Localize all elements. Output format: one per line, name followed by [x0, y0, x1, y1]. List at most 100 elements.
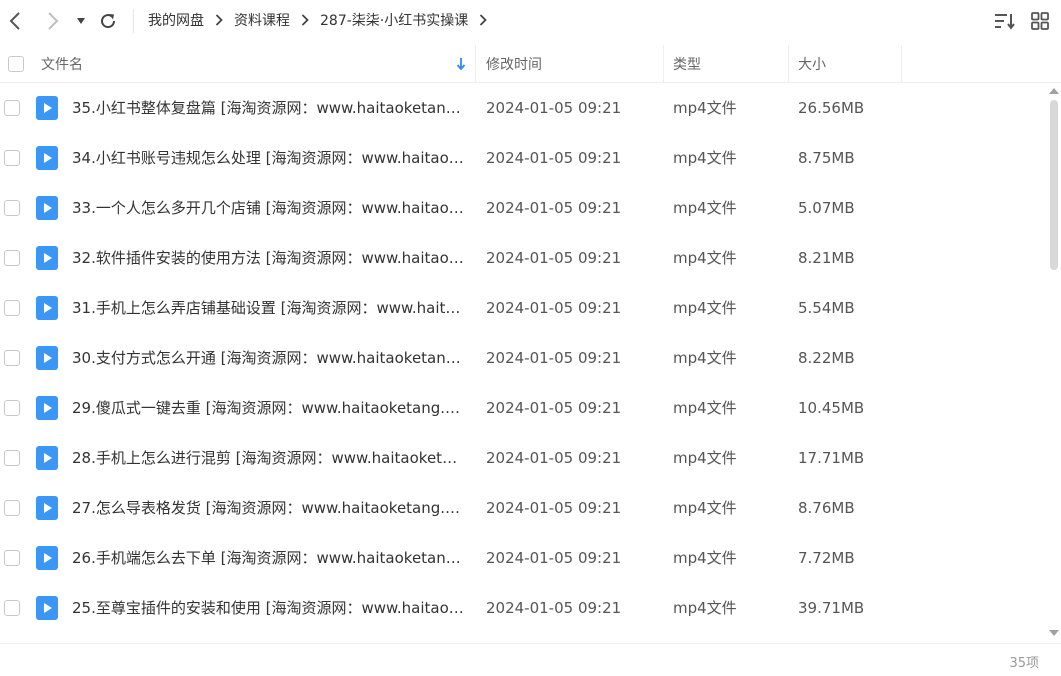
file-row[interactable]: 35.小红书整体复盘篇 [海淘资源网：www.haitaoketang.com]… — [0, 83, 1046, 133]
sort-desc-icon[interactable] — [456, 45, 466, 83]
file-type: mp4文件 — [673, 249, 737, 267]
file-size: 26.56MB — [798, 99, 865, 117]
row-checkbox[interactable] — [4, 600, 20, 616]
file-size: 7.72MB — [798, 549, 855, 567]
video-file-icon — [36, 446, 58, 470]
chevron-right-icon — [204, 14, 234, 26]
row-checkbox[interactable] — [4, 550, 20, 566]
toolbar-divider — [133, 9, 134, 33]
column-header-type[interactable]: 类型 — [673, 45, 701, 83]
file-name[interactable]: 32.软件插件安装的使用方法 [海淘资源网：www.haitaoketang.c… — [72, 233, 464, 283]
file-modified-time: 2024-01-05 09:21 — [486, 249, 622, 267]
file-name[interactable]: 25.至尊宝插件的安装和使用 [海淘资源网：www.haitaoketang.c… — [72, 583, 464, 633]
sort-list-icon — [995, 14, 1015, 30]
row-checkbox[interactable] — [4, 350, 20, 366]
file-row[interactable]: 27.怎么导表格发货 [海淘资源网：www.haitaoketang.com].… — [0, 483, 1046, 533]
file-type: mp4文件 — [673, 349, 737, 367]
select-all-checkbox-cell — [8, 45, 24, 83]
file-type: mp4文件 — [673, 399, 737, 417]
breadcrumb: 我的网盘 资料课程 287-柒柒·小红书实操课 — [148, 0, 498, 40]
file-list: 35.小红书整体复盘篇 [海淘资源网：www.haitaoketang.com]… — [0, 83, 1046, 643]
vertical-scrollbar[interactable] — [1047, 86, 1061, 638]
file-type: mp4文件 — [673, 299, 737, 317]
file-size: 39.71MB — [798, 599, 865, 617]
file-row[interactable]: 26.手机端怎么去下单 [海淘资源网：www.haitaoketang.com]… — [0, 533, 1046, 583]
file-name[interactable]: 30.支付方式怎么开通 [海淘资源网：www.haitaoketang.com]… — [72, 333, 464, 383]
video-file-icon — [36, 146, 58, 170]
breadcrumb-item-current[interactable]: 287-柒柒·小红书实操课 — [320, 10, 468, 30]
file-type: mp4文件 — [673, 99, 737, 117]
file-modified-time: 2024-01-05 09:21 — [486, 599, 622, 617]
forward-button[interactable] — [40, 8, 66, 34]
scroll-down-arrow-icon[interactable] — [1049, 630, 1059, 636]
back-button[interactable] — [2, 8, 28, 34]
file-row[interactable]: 28.手机上怎么进行混剪 [海淘资源网：www.haitaoketang.com… — [0, 433, 1046, 483]
chevron-left-icon — [9, 12, 20, 30]
chevron-right-icon — [48, 12, 59, 30]
file-name[interactable]: 35.小红书整体复盘篇 [海淘资源网：www.haitaoketang.com]… — [72, 83, 464, 133]
row-checkbox[interactable] — [4, 400, 20, 416]
file-row[interactable]: 29.傻瓜式一键去重 [海淘资源网：www.haitaoketang.com].… — [0, 383, 1046, 433]
file-row[interactable]: 31.手机上怎么弄店铺基础设置 [海淘资源网：www.haitaoketang.… — [0, 283, 1046, 333]
file-row[interactable]: 30.支付方式怎么开通 [海淘资源网：www.haitaoketang.com]… — [0, 333, 1046, 383]
breadcrumb-item-courses[interactable]: 资料课程 — [234, 10, 290, 30]
row-checkbox[interactable] — [4, 100, 20, 116]
file-type: mp4文件 — [673, 599, 737, 617]
file-size: 5.54MB — [798, 299, 855, 317]
file-size: 8.22MB — [798, 349, 855, 367]
caret-down-icon — [77, 18, 85, 24]
file-type: mp4文件 — [673, 449, 737, 467]
row-checkbox[interactable] — [4, 450, 20, 466]
video-file-icon — [36, 496, 58, 520]
video-file-icon — [36, 346, 58, 370]
file-name[interactable]: 31.手机上怎么弄店铺基础设置 [海淘资源网：www.haitaoketang.… — [72, 283, 464, 333]
file-modified-time: 2024-01-05 09:21 — [486, 199, 622, 217]
video-file-icon — [36, 196, 58, 220]
column-divider — [475, 45, 476, 83]
select-all-checkbox[interactable] — [8, 56, 24, 72]
file-modified-time: 2024-01-05 09:21 — [486, 349, 622, 367]
refresh-button[interactable] — [95, 8, 121, 34]
row-checkbox[interactable] — [4, 300, 20, 316]
file-size: 10.45MB — [798, 399, 865, 417]
row-checkbox[interactable] — [4, 150, 20, 166]
file-name[interactable]: 28.手机上怎么进行混剪 [海淘资源网：www.haitaoketang.com… — [72, 433, 464, 483]
file-row[interactable]: 33.一个人怎么多开几个店铺 [海淘资源网：www.haitaoketang.c… — [0, 183, 1046, 233]
file-name[interactable]: 27.怎么导表格发货 [海淘资源网：www.haitaoketang.com].… — [72, 483, 464, 533]
file-modified-time: 2024-01-05 09:21 — [486, 399, 622, 417]
file-modified-time: 2024-01-05 09:21 — [486, 99, 622, 117]
file-size: 8.75MB — [798, 149, 855, 167]
row-checkbox[interactable] — [4, 250, 20, 266]
file-name[interactable]: 26.手机端怎么去下单 [海淘资源网：www.haitaoketang.com]… — [72, 533, 464, 583]
column-divider — [788, 45, 789, 83]
row-checkbox[interactable] — [4, 200, 20, 216]
chevron-right-icon — [468, 14, 498, 26]
breadcrumb-item-root[interactable]: 我的网盘 — [148, 10, 204, 30]
scroll-thumb[interactable] — [1050, 100, 1058, 270]
top-toolbar: 我的网盘 资料课程 287-柒柒·小红书实操课 — [0, 0, 1061, 42]
file-size: 8.76MB — [798, 499, 855, 517]
file-name[interactable]: 33.一个人怎么多开几个店铺 [海淘资源网：www.haitaoketang.c… — [72, 183, 464, 233]
file-size: 17.71MB — [798, 449, 865, 467]
file-name[interactable]: 34.小红书账号违规怎么处理 [海淘资源网：www.haitaoketang.c… — [72, 133, 464, 183]
file-row[interactable]: 32.软件插件安装的使用方法 [海淘资源网：www.haitaoketang.c… — [0, 233, 1046, 283]
history-dropdown-button[interactable] — [68, 8, 94, 34]
column-header-name[interactable]: 文件名 — [41, 45, 83, 83]
row-checkbox[interactable] — [4, 500, 20, 516]
column-header-size[interactable]: 大小 — [798, 45, 826, 83]
file-row[interactable]: 25.至尊宝插件的安装和使用 [海淘资源网：www.haitaoketang.c… — [0, 583, 1046, 633]
file-size: 8.21MB — [798, 249, 855, 267]
video-file-icon — [36, 546, 58, 570]
chevron-right-icon — [290, 14, 320, 26]
file-type: mp4文件 — [673, 499, 737, 517]
scroll-up-arrow-icon[interactable] — [1049, 88, 1059, 94]
item-count: 35项 — [1009, 656, 1039, 671]
grid-view-button[interactable] — [1028, 10, 1052, 32]
file-modified-time: 2024-01-05 09:21 — [486, 299, 622, 317]
column-header-modified[interactable]: 修改时间 — [486, 45, 542, 83]
video-file-icon — [36, 296, 58, 320]
column-divider — [663, 45, 664, 83]
file-row[interactable]: 34.小红书账号违规怎么处理 [海淘资源网：www.haitaoketang.c… — [0, 133, 1046, 183]
sort-button[interactable] — [993, 10, 1017, 32]
file-name[interactable]: 29.傻瓜式一键去重 [海淘资源网：www.haitaoketang.com].… — [72, 383, 464, 433]
